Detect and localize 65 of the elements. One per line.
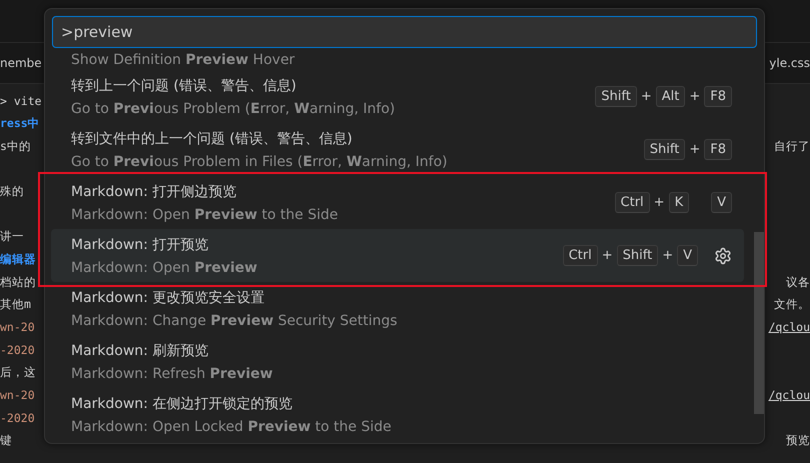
command-item[interactable]: 转到上一个问题 (错误、警告、信息) Go to Previous Problem (Error, Warning, Info) Shift + Alt + F8	[51, 70, 744, 123]
command-detail: Go to Previous Problem in Files (Error, Warning, Info)	[71, 154, 448, 170]
code-line: 自行了	[774, 138, 810, 154]
settings-icon[interactable]	[714, 246, 732, 264]
code-line: wn-20	[0, 388, 35, 402]
command-item[interactable]: Markdown: 打开预览 Markdown: Open Preview Ctrl + Shift + V	[51, 229, 744, 282]
editor-tab[interactable]: nembe	[0, 56, 42, 70]
code-line: -2020	[0, 342, 35, 357]
code-line: > vite	[0, 94, 42, 108]
command-detail: Markdown: Open Preview	[71, 260, 258, 276]
command-detail: Show Definition Preview Hover	[71, 52, 295, 68]
key-cap: Ctrl	[614, 192, 650, 213]
code-line: -2020	[0, 410, 35, 425]
key-cap: Shift	[595, 86, 637, 107]
key-cap: V	[711, 192, 732, 213]
command-item[interactable]: Show Definition Preview Hover	[51, 50, 744, 70]
code-line: 后，这	[0, 364, 36, 380]
command-detail: Markdown: Refresh Preview	[71, 366, 273, 382]
command-item[interactable]: Markdown: 在侧边打开锁定的预览 Markdown: Open Locked Preview to the Side	[51, 388, 744, 441]
code-line: s中的	[0, 138, 31, 154]
command-detail: Markdown: Open Locked Preview to the Side	[71, 418, 392, 434]
command-item[interactable]: 转到文件中的上一个问题 (错误、警告、信息) Go to Previous Problem in Files (Error, Warning, Info) Shift + F8	[51, 123, 744, 176]
code-line: 议各	[786, 274, 810, 290]
command-detail: Go to Previous Problem (Error, Warning, Info)	[71, 100, 396, 116]
plus-sign: +	[602, 248, 613, 263]
key-cap: K	[668, 192, 690, 213]
code-line: 键	[0, 432, 12, 448]
key-cap: V	[677, 245, 698, 266]
key-cap: Shift	[616, 245, 658, 266]
plus-sign: +	[640, 89, 652, 104]
command-detail: Markdown: Open Preview to the Side	[71, 206, 338, 222]
plus-sign: +	[689, 89, 700, 104]
command-label: Markdown: 刷新预览	[71, 342, 210, 360]
command-item[interactable]: Markdown: 更改预览安全设置 Markdown: Change Preview Security Settings	[51, 282, 744, 335]
command-label: 转到文件中的上一个问题 (错误、警告、信息)	[71, 130, 354, 148]
command-label: Markdown: 打开侧边预览	[71, 182, 238, 200]
key-cap: F8	[704, 86, 732, 107]
command-item[interactable]: Markdown: 打开侧边预览 Markdown: Open Preview to the Side Ctrl + K V	[51, 176, 744, 229]
key-cap: Alt	[656, 86, 686, 107]
command-label: Markdown: 在侧边打开锁定的预览	[71, 394, 294, 412]
code-line: ress中	[0, 116, 40, 132]
code-line: 档站的	[0, 274, 36, 290]
plus-sign: +	[662, 248, 674, 263]
command-item[interactable]: Markdown: 刷新预览 Markdown: Refresh Preview	[51, 335, 744, 388]
code-line: 编辑器	[0, 252, 36, 267]
code-line: 讲一	[0, 229, 24, 244]
code-line: 预览	[786, 432, 810, 448]
command-label: 转到上一个问题 (错误、警告、信息)	[71, 76, 298, 94]
key-cap: Shift	[644, 139, 686, 160]
scrollbar-thumb[interactable]	[754, 232, 764, 414]
code-line: /qclou	[768, 388, 810, 402]
command-label: Markdown: 更改预览安全设置	[71, 288, 266, 306]
command-label: Markdown: 打开预览	[71, 236, 210, 254]
command-input[interactable]: >preview	[52, 16, 757, 48]
editor-tab[interactable]: yle.css	[769, 56, 810, 70]
plus-sign: +	[654, 195, 665, 210]
command-detail: Markdown: Change Preview Security Settings	[71, 312, 398, 328]
key-cap: F8	[704, 139, 732, 160]
plus-sign: +	[689, 142, 700, 157]
code-line: 文件。	[774, 297, 810, 312]
code-line: 其他m	[0, 297, 31, 312]
code-line: /qclou	[768, 320, 810, 334]
code-line: 殊的	[0, 184, 24, 200]
code-line: wn-20	[0, 320, 35, 334]
key-cap: Ctrl	[562, 245, 598, 266]
